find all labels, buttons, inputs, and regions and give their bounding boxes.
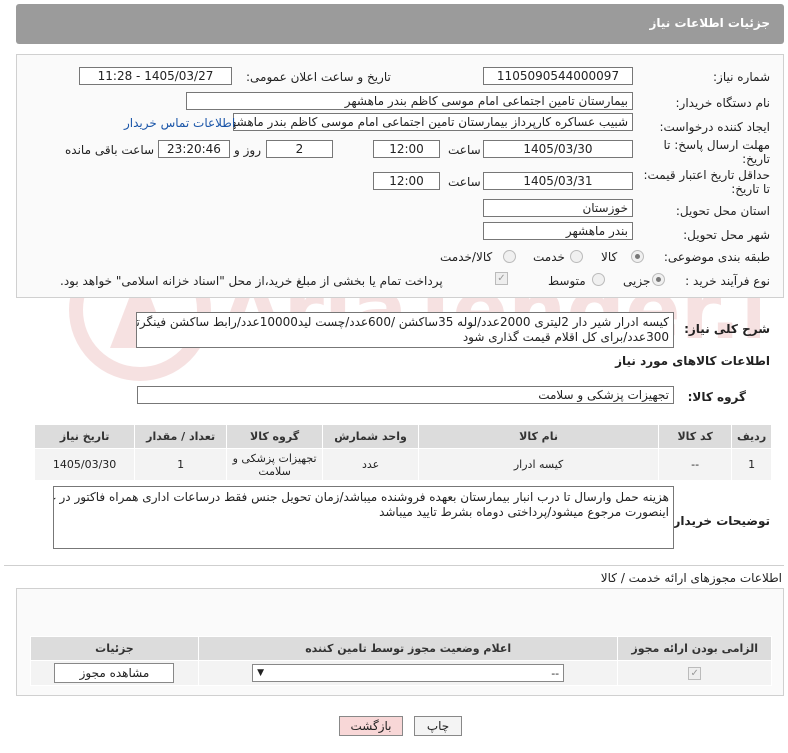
cell-unit: عدد (322, 448, 420, 481)
permit-required-checkbox: ✓ (688, 667, 702, 680)
process-medium-radio[interactable] (592, 273, 605, 286)
goods-table-header: ردیف کد کالا نام کالا واحد شمارش گروه کا… (33, 424, 772, 449)
goods-group-label: گروه کالا: (687, 390, 746, 404)
col-code: کد کالا (658, 424, 733, 449)
description-field: کیسه ادرار شیر دار 2لیتری 2000عدد/لوله 3… (136, 312, 674, 348)
process-type-label: نوع فرآیند خرید : (685, 274, 770, 288)
send-deadline-date: 1405/03/30 (483, 140, 633, 158)
permit-required-cell: ✓ (617, 660, 772, 686)
category-both-radio[interactable] (503, 250, 516, 263)
permits-table: الزامی بودن ارائه مجوز اعلام وضعیت مجوز … (30, 636, 772, 686)
cell-group: تجهیزات پزشکی و سلامت (226, 448, 324, 481)
category-service-radio[interactable] (570, 250, 583, 263)
delivery-city-field: بندر ماهشهر (483, 222, 633, 240)
buyer-notes-field: هزینه حمل وارسال تا درب انبار بیمارستان … (53, 486, 674, 549)
process-minor-radio[interactable] (652, 273, 665, 286)
treasury-checkbox[interactable]: ✓ (495, 272, 508, 285)
need-number-field: 1105090544000097 (483, 67, 633, 85)
buyer-notes-line-1: هزینه حمل وارسال تا درب انبار بیمارستان … (53, 490, 669, 504)
permits-section-title: اطلاعات مجوزهای ارائه خدمت / کالا (600, 571, 782, 585)
permit-status-cell: -- ▼ (197, 660, 619, 686)
price-deadline-time-label: ساعت (448, 175, 481, 189)
permit-status-select[interactable]: -- ▼ (252, 664, 565, 682)
buyer-contact-link[interactable]: اطلاعات تماس خریدار (124, 116, 235, 130)
days-label: روز و (234, 143, 261, 157)
page-header: جزئیات اطلاعات نیاز (16, 4, 784, 44)
price-deadline-label-2: تا تاریخ: (731, 182, 770, 196)
page-title: جزئیات اطلاعات نیاز (649, 16, 770, 30)
col-name: نام کالا (418, 424, 660, 449)
announce-date-label: تاریخ و ساعت اعلان عمومی: (246, 70, 391, 84)
description-label: شرح کلی نیاز: (684, 322, 770, 336)
requester-label: ایجاد کننده درخواست: (659, 120, 770, 134)
delivery-city-label: شهر محل تحویل: (683, 228, 770, 242)
send-deadline-label-1: مهلت ارسال پاسخ: تا (663, 138, 770, 152)
cell-date: 1405/03/30 (33, 448, 136, 481)
need-number-label: شماره نیاز: (713, 70, 770, 84)
send-deadline-time: 12:00 (373, 140, 440, 158)
remaining-days: 2 (266, 140, 333, 158)
remaining-time-label: ساعت باقی مانده (65, 143, 155, 157)
cell-qty: 1 (134, 448, 228, 481)
buyer-notes-line-2: اینصورت مرجوع میشود/پرداختی دوماه بشرط ت… (379, 505, 669, 519)
col-qty: تعداد / مقدار (134, 424, 228, 449)
col-permit-details: جزئیات (30, 636, 199, 661)
goods-table: ردیف کد کالا نام کالا واحد شمارش گروه کا… (33, 424, 772, 481)
col-permit-required: الزامی بودن ارائه مجوز (617, 636, 772, 661)
view-permit-button[interactable]: مشاهده مجوز (54, 663, 175, 683)
buyer-org-field: بیمارستان تامین اجتماعی امام موسی کاظم ب… (186, 92, 633, 110)
category-goods-radio[interactable] (631, 250, 644, 263)
permits-table-header: الزامی بودن ارائه مجوز اعلام وضعیت مجوز … (30, 636, 772, 661)
chevron-down-icon: ▼ (257, 668, 265, 678)
description-line-1: کیسه ادرار شیر دار 2لیتری 2000عدد/لوله 3… (136, 315, 669, 329)
announce-date-field: 1405/03/27 - 11:28 (79, 67, 232, 85)
delivery-province-label: استان محل تحویل: (675, 204, 770, 218)
send-deadline-time-label: ساعت (448, 143, 481, 157)
price-deadline-label-1: حداقل تاریخ اعتبار قیمت: (643, 168, 770, 182)
goods-group-field: تجهیزات پزشکی و سلامت (137, 386, 674, 404)
cell-code: -- (658, 448, 733, 481)
remaining-time: 23:20:46 (158, 140, 230, 158)
category-label: طبقه بندی موضوعی: (663, 250, 770, 264)
cell-name: کیسه ادرار (418, 448, 660, 481)
buyer-org-label: نام دستگاه خریدار: (675, 96, 771, 110)
process-minor-label: جزیی (623, 274, 651, 288)
price-deadline-time: 12:00 (373, 172, 440, 190)
cell-row: 1 (731, 448, 772, 481)
category-service-label: خدمت (533, 250, 565, 264)
table-row: 1 -- کیسه ادرار عدد تجهیزات پزشکی و سلام… (33, 448, 772, 481)
print-button[interactable]: چاپ (414, 716, 462, 736)
process-medium-label: متوسط (548, 274, 586, 288)
delivery-province-field: خوزستان (483, 199, 633, 217)
requester-field: شبیب عساکره کارپرداز بیمارستان تامین اجت… (233, 113, 633, 131)
back-button[interactable]: بازگشت (339, 716, 403, 736)
col-unit: واحد شمارش (322, 424, 420, 449)
permits-row: ✓ -- ▼ مشاهده مجوز (30, 660, 772, 686)
section-divider (4, 565, 784, 566)
col-group: گروه کالا (226, 424, 324, 449)
permit-status-value: -- (551, 666, 560, 680)
category-both-label: کالا/خدمت (440, 250, 493, 264)
permit-details-cell: مشاهده مجوز (30, 660, 199, 686)
buyer-notes-label: توضیحات خریدار: (668, 514, 770, 528)
category-goods-label: کالا (601, 250, 618, 264)
col-date: تاریخ نیاز (33, 424, 136, 449)
price-deadline-date: 1405/03/31 (483, 172, 633, 190)
description-line-2: 300عدد/برای کل اقلام قیمت گذاری شود (462, 330, 669, 344)
goods-section-title: اطلاعات کالاهای مورد نیاز (615, 354, 770, 368)
send-deadline-label-2: تاریخ: (742, 152, 770, 166)
col-permit-status: اعلام وضعیت مجوز توسط تامین کننده (197, 636, 619, 661)
col-row: ردیف (731, 424, 772, 449)
treasury-note: پرداخت تمام یا بخشی از مبلغ خرید،از محل … (60, 274, 443, 288)
